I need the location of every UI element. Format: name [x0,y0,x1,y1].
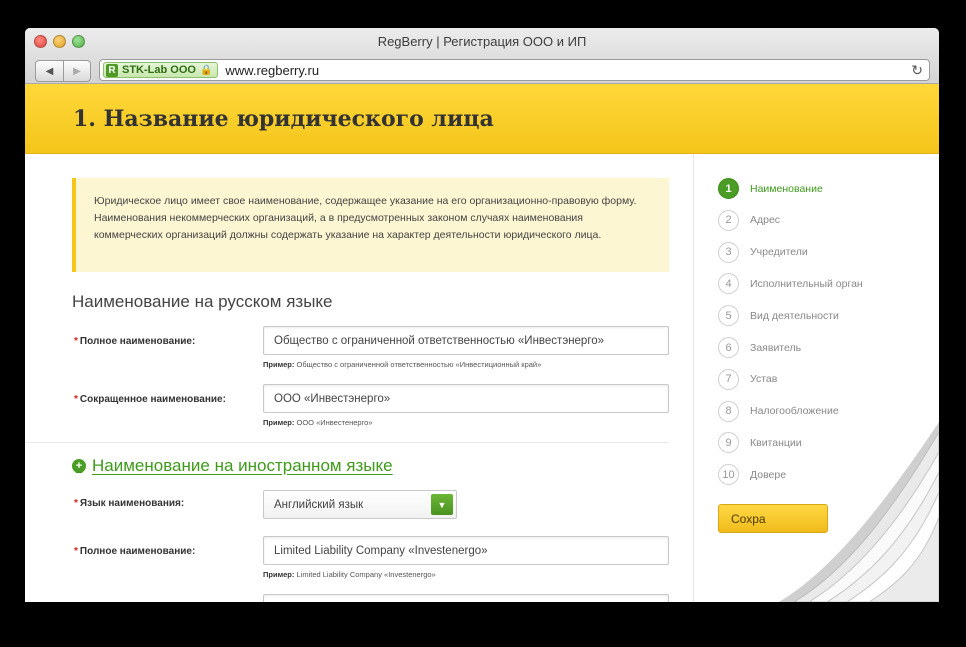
step-item[interactable]: 9 Квитанции [718,432,802,454]
step-item[interactable]: 10 Довере [718,464,787,486]
step-item[interactable]: 7 Устав [718,368,778,390]
step-label: Исполнительный орган [750,277,863,290]
short-name-hint: Пример: ООО «Инвестенерго» [263,418,373,427]
step-item[interactable]: 5 Вид деятельности [718,305,839,327]
required-mark: * [74,546,78,557]
step-item[interactable]: 6 Заявитель [718,337,801,358]
step-number: 5 [718,305,739,327]
foreign-full-name-label: * Полное наименование: [74,546,196,557]
step-number: 1 [718,178,739,199]
step-label: Заявитель [750,341,802,354]
step-label: Квитанции [750,436,802,449]
url-text[interactable]: www.regberry.ru [225,63,319,78]
address-bar[interactable]: R STK-Lab ООО 🔒 www.regberry.ru ↻ [99,59,930,81]
foreign-full-name-hint: Пример: Limited Liability Company «Inves… [263,570,436,579]
title-bar: RegBerry | Регистрация ООО и ИП ◀ ▶ R ST… [25,28,939,84]
site-logo-icon: R [106,63,118,77]
step-label: Адрес [750,214,781,227]
full-name-hint: Пример: Общество с ограниченной ответств… [263,360,542,369]
required-mark: * [74,394,78,405]
foreign-full-name-input[interactable]: Limited Liability Company «Investenergo» [263,536,669,565]
expand-plus-icon[interactable]: + [72,459,86,473]
step-label: Устав [750,373,778,386]
step-number: 6 [718,337,739,358]
required-mark: * [74,498,78,509]
nav-buttons: ◀ ▶ [35,60,91,82]
page-body: Юридическое лицо имеет свое наименование… [25,154,939,602]
short-name-label: * Сокращенное наименование: [74,394,226,405]
step-number: 2 [718,209,739,231]
site-identity-badge[interactable]: R STK-Lab ООО 🔒 [103,62,219,78]
info-notice: Юридическое лицо имеет свое наименование… [72,178,669,272]
page-header: 1. Название юридического лица [25,84,939,154]
step-number: 4 [718,273,739,295]
window-title: RegBerry | Регистрация ООО и ИП [377,34,587,49]
step-item[interactable]: 3 Учредители [718,241,808,263]
site-name: STK-Lab ООО [122,64,196,76]
section-title-foreign[interactable]: + Наименование на иностранном языке [72,456,393,476]
form-area: Юридическое лицо имеет свое наименование… [25,154,693,602]
section-divider [25,442,669,443]
lock-icon: 🔒 [199,64,213,76]
step-item[interactable]: 8 Налогообложение [718,400,839,422]
browser-window: RegBerry | Регистрация ООО и ИП ◀ ▶ R ST… [25,28,939,602]
step-number: 8 [718,400,739,422]
step-label: Налогообложение [750,405,839,418]
back-icon[interactable]: ◀ [36,61,63,81]
short-name-input[interactable]: ООО «Инвестэнерго» [263,384,669,413]
step-label: Вид деятельности [750,309,839,322]
step-number: 3 [718,241,739,263]
page-title: 1. Название юридического лица [73,105,494,132]
language-select[interactable]: Английский язык ▼ [263,490,457,519]
step-number: 9 [718,432,739,454]
step-item[interactable]: 2 Адрес [718,209,781,231]
forward-icon[interactable]: ▶ [63,61,90,81]
step-item[interactable]: 4 Исполнительный орган [718,273,863,295]
chevron-down-icon[interactable]: ▼ [431,494,453,515]
step-label: Наименование [750,182,823,195]
reload-icon[interactable]: ↻ [911,62,923,79]
language-label: * Язык наименования: [74,498,185,509]
next-input[interactable] [263,594,669,602]
step-label: Довере [750,468,787,481]
section-title-russian: Наименование на русском языке [72,292,333,311]
steps-sidebar: 1 Наименование 2 Адрес 3 Учредители 4 Исполните… [693,154,939,602]
step-number: 7 [718,368,739,390]
save-button[interactable]: Сохра [718,504,828,533]
step-label: Учредители [750,246,808,259]
required-mark: * [74,336,78,347]
step-number: 10 [718,464,739,486]
full-name-input[interactable]: Общество с ограниченной ответственностью… [263,326,669,355]
step-item[interactable]: 1 Наименование [718,178,823,199]
full-name-label: * Полное наименование: [74,336,196,347]
